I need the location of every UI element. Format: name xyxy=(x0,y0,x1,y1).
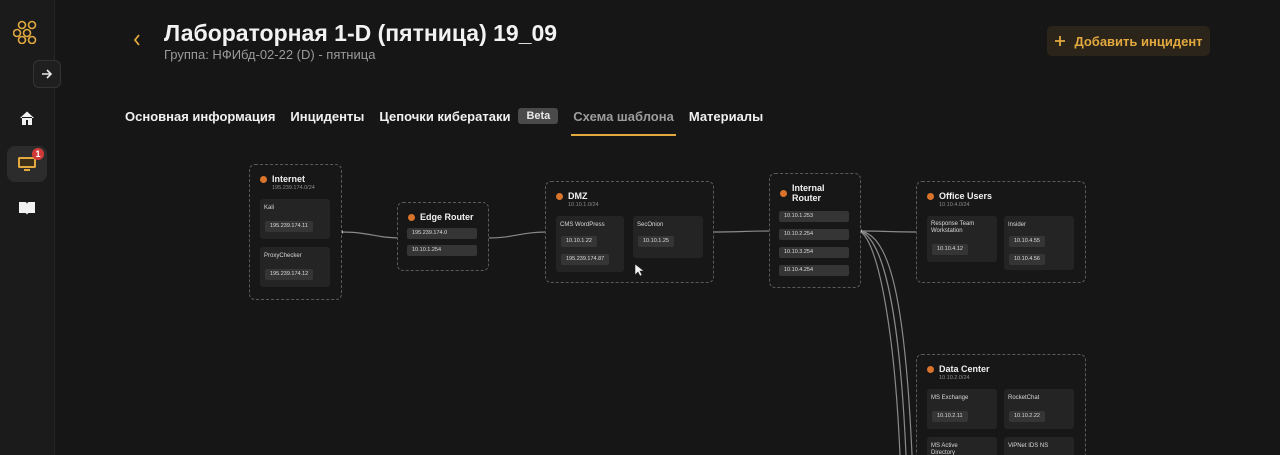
host-card[interactable]: CMS WordPress 10.10.1.22 195.239.174.87 xyxy=(556,216,624,272)
zone-subnet: 10.10.1.0/24 xyxy=(568,202,599,208)
host-card[interactable]: Response Team Workstation 10.10.4.12 xyxy=(927,216,997,262)
zone-name: DMZ xyxy=(568,191,588,201)
host-card[interactable]: Insider 10.10.4.55 10.10.4.56 xyxy=(1004,216,1074,270)
network-zone-icon xyxy=(927,192,934,200)
host-card[interactable]: ViPNet IDS NS xyxy=(1004,437,1074,455)
zone-name: Office Users xyxy=(939,191,993,201)
ip-chip: 10.10.1.253 xyxy=(779,211,849,222)
network-zone-icon xyxy=(927,365,934,373)
zone-header: Internal Router xyxy=(780,183,832,203)
mouse-cursor-icon xyxy=(634,263,644,277)
host-name: Insider xyxy=(1008,222,1027,228)
node-internal-router[interactable]: Internal Router 10.10.1.253 10.10.2.254 … xyxy=(769,173,861,288)
zone-header: Data Center xyxy=(927,364,990,374)
link-internal-dc-2 xyxy=(859,230,907,455)
zone-dmz[interactable]: DMZ 10.10.1.0/24 CMS WordPress 10.10.1.2… xyxy=(545,181,714,283)
node-edge-router[interactable]: Edge Router 195.239.174.0 10.10.1.254 xyxy=(397,202,489,271)
link-internal-dc-3 xyxy=(859,230,901,455)
host-card[interactable]: RocketChat 10.10.2.22 xyxy=(1004,389,1074,429)
network-diagram: Internet 195.239.174.0/24 Kali 195.239.1… xyxy=(0,0,1280,455)
zone-data-center[interactable]: Data Center 10.10.2.0/24 MS Exchange 10.… xyxy=(916,354,1086,455)
host-name: Response Team Workstation xyxy=(931,221,975,234)
zone-header: Office Users xyxy=(927,191,992,201)
ip-chip: 10.10.4.55 xyxy=(1009,236,1045,247)
ip-chip: 195.239.174.87 xyxy=(561,254,610,265)
ip-chip: 10.10.2.22 xyxy=(1009,411,1045,422)
host-name: ViPNet IDS NS xyxy=(1008,443,1049,449)
host-name: ProxyChecker xyxy=(264,253,302,259)
zone-subnet: 10.10.2.0/24 xyxy=(939,375,970,381)
zone-header: Internet xyxy=(260,174,305,184)
ip-chip: 10.10.3.254 xyxy=(779,247,849,258)
host-card[interactable]: MS Exchange 10.10.2.11 xyxy=(927,389,997,429)
zone-subnet: 195.239.174.0/24 xyxy=(272,185,315,191)
ip-chip: 10.10.4.254 xyxy=(779,265,849,276)
ip-chip: 10.10.1.22 xyxy=(561,236,597,247)
ip-chip: 195.239.174.0 xyxy=(407,228,477,239)
network-zone-icon xyxy=(260,175,267,183)
network-zone-icon xyxy=(556,192,563,200)
host-name: CMS WordPress xyxy=(560,222,605,228)
host-name: RocketChat xyxy=(1008,395,1040,401)
host-card[interactable]: ProxyChecker 195.239.174.12 xyxy=(260,247,330,287)
router-icon xyxy=(408,213,415,221)
link-edge-dmz xyxy=(486,231,548,239)
link-dmz-internal xyxy=(711,230,772,233)
ip-chip: 10.10.4.12 xyxy=(932,244,968,255)
host-name: MS Exchange xyxy=(931,395,969,401)
link-internal-office xyxy=(859,230,919,233)
ip-chip: 10.10.4.56 xyxy=(1009,254,1045,265)
ip-chip: 10.10.1.254 xyxy=(407,245,477,256)
zone-internet[interactable]: Internet 195.239.174.0/24 Kali 195.239.1… xyxy=(249,164,342,300)
host-name: SecOnion xyxy=(637,222,664,228)
ip-chip: 10.10.1.25 xyxy=(638,236,674,247)
zone-header: DMZ xyxy=(556,191,588,201)
host-card[interactable]: MS Active Directory xyxy=(927,437,997,455)
zone-name: Internet xyxy=(272,174,306,184)
node-name: Edge Router xyxy=(420,212,474,222)
host-name: MS Active Directory xyxy=(931,443,958,455)
zone-header: Edge Router xyxy=(408,212,474,222)
host-card[interactable]: Kali 195.239.174.11 xyxy=(260,199,330,239)
link-internet-edge xyxy=(340,231,403,239)
zone-office-users[interactable]: Office Users 10.10.4.0/24 Response Team … xyxy=(916,181,1086,283)
ip-chip: 10.10.2.11 xyxy=(932,411,968,422)
ip-chip: 195.239.174.12 xyxy=(265,269,314,280)
ip-chip: 195.239.174.11 xyxy=(265,221,313,232)
host-name: Kali xyxy=(264,205,275,211)
ip-chip: 10.10.2.254 xyxy=(779,229,849,240)
host-card[interactable]: SecOnion 10.10.1.25 xyxy=(633,216,703,258)
router-icon xyxy=(780,189,787,197)
zone-name: Data Center xyxy=(939,364,990,374)
node-name: Internal Router xyxy=(792,183,825,203)
zone-subnet: 10.10.4.0/24 xyxy=(939,202,970,208)
